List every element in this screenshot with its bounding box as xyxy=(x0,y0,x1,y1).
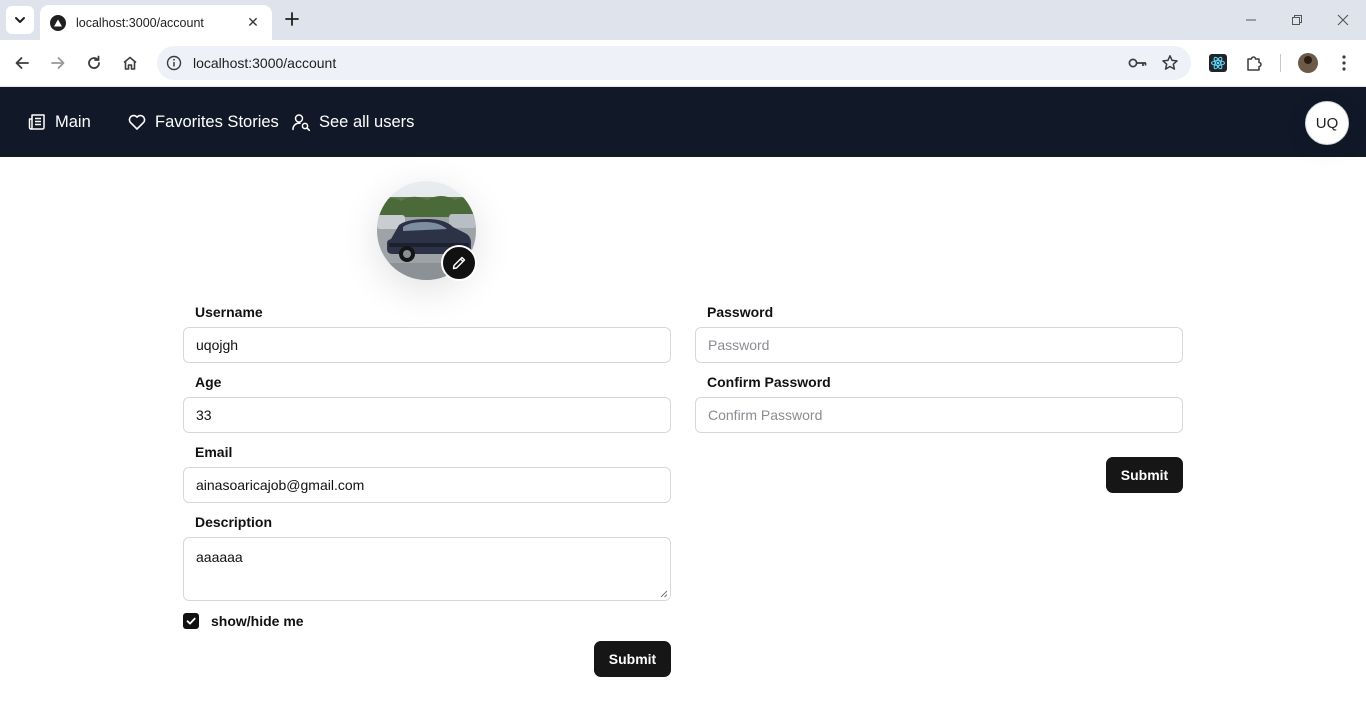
extensions-button[interactable] xyxy=(1242,51,1266,75)
avatar xyxy=(1298,53,1318,73)
tab-title: localhost:3000/account xyxy=(76,15,204,30)
toolbar-divider xyxy=(1280,54,1281,72)
password-field[interactable]: Password xyxy=(695,327,1183,363)
confirm-password-label: Confirm Password xyxy=(707,374,831,390)
triangle-logo-icon xyxy=(50,14,66,31)
nav-main-link[interactable]: Main xyxy=(27,87,91,157)
forward-button[interactable] xyxy=(46,51,70,75)
restore-icon xyxy=(1292,15,1302,25)
username-value: uqojgh xyxy=(196,337,239,353)
visibility-checkbox[interactable] xyxy=(183,613,199,629)
arrow-right-icon xyxy=(51,57,65,69)
back-button[interactable] xyxy=(10,51,34,75)
password-label: Password xyxy=(707,304,774,320)
tab-search-button[interactable] xyxy=(6,6,34,34)
plus-icon xyxy=(285,12,299,26)
user-search-icon xyxy=(292,114,311,132)
username-label: Username xyxy=(195,304,263,320)
heart-icon xyxy=(128,114,146,130)
checkmark-icon xyxy=(186,617,196,625)
nav-favorites-label: Favorites Stories xyxy=(155,112,279,131)
home-icon xyxy=(123,56,137,70)
pencil-icon xyxy=(452,256,466,270)
nav-users-label: See all users xyxy=(319,112,415,131)
password-placeholder: Password xyxy=(708,337,770,353)
visibility-label[interactable]: show/hide me xyxy=(211,613,304,629)
email-field[interactable]: ainasoaricajob@gmail.com xyxy=(183,467,671,503)
age-label: Age xyxy=(195,374,222,390)
app-navbar: Main Favorites Stories See all users xyxy=(0,87,1366,157)
close-window-button[interactable] xyxy=(1331,10,1355,30)
info-icon[interactable] xyxy=(166,55,182,71)
browser-tab-active[interactable]: localhost:3000/account ✕ xyxy=(40,5,272,40)
close-icon[interactable]: ✕ xyxy=(244,14,262,31)
username-field[interactable]: uqojgh xyxy=(183,327,671,363)
email-label: Email xyxy=(195,444,233,460)
description-value: aaaaaa xyxy=(196,549,243,565)
resize-grip-icon[interactable] xyxy=(660,590,668,598)
browser-toolbar: localhost:3000/account xyxy=(0,40,1366,87)
kebab-menu-icon xyxy=(1342,55,1346,71)
browser-tab-strip: localhost:3000/account ✕ xyxy=(0,0,1366,40)
react-icon xyxy=(1209,54,1227,72)
key-icon[interactable] xyxy=(1127,52,1149,74)
home-button[interactable] xyxy=(118,51,142,75)
reload-button[interactable] xyxy=(82,51,106,75)
restore-button[interactable] xyxy=(1285,10,1309,30)
new-tab-button[interactable] xyxy=(281,8,303,30)
confirm-password-field[interactable]: Confirm Password xyxy=(695,397,1183,433)
newspaper-icon xyxy=(28,114,45,130)
profile-button[interactable] xyxy=(1296,51,1320,75)
profile-submit-button[interactable]: Submit xyxy=(594,641,671,677)
user-initials: UQ xyxy=(1315,114,1339,132)
browser-menu-button[interactable] xyxy=(1332,51,1356,75)
description-label: Description xyxy=(195,514,273,530)
minimize-icon xyxy=(1246,19,1256,21)
star-icon[interactable] xyxy=(1159,52,1181,74)
user-menu-avatar[interactable]: UQ xyxy=(1305,101,1349,145)
age-field[interactable]: 33 xyxy=(183,397,671,433)
nav-users-link[interactable]: See all users xyxy=(291,87,414,157)
url-text[interactable]: localhost:3000/account xyxy=(193,55,1127,71)
nav-favorites-link[interactable]: Favorites Stories xyxy=(127,87,279,157)
chevron-down-icon xyxy=(15,17,25,23)
address-bar[interactable]: localhost:3000/account xyxy=(157,46,1191,80)
minimize-button[interactable] xyxy=(1239,10,1263,30)
password-submit-button[interactable]: Submit xyxy=(1106,457,1183,493)
description-textarea[interactable]: aaaaaa xyxy=(183,537,671,601)
email-value: ainasoaricajob@gmail.com xyxy=(196,477,365,493)
puzzle-icon xyxy=(1247,56,1262,71)
react-devtools-button[interactable] xyxy=(1206,51,1230,75)
confirm-password-placeholder: Confirm Password xyxy=(708,407,823,423)
close-icon xyxy=(1337,14,1349,26)
arrow-left-icon xyxy=(15,57,29,69)
nav-main-label: Main xyxy=(55,112,91,131)
reload-icon xyxy=(88,55,100,69)
age-value: 33 xyxy=(196,407,212,423)
edit-avatar-button[interactable] xyxy=(441,245,477,281)
